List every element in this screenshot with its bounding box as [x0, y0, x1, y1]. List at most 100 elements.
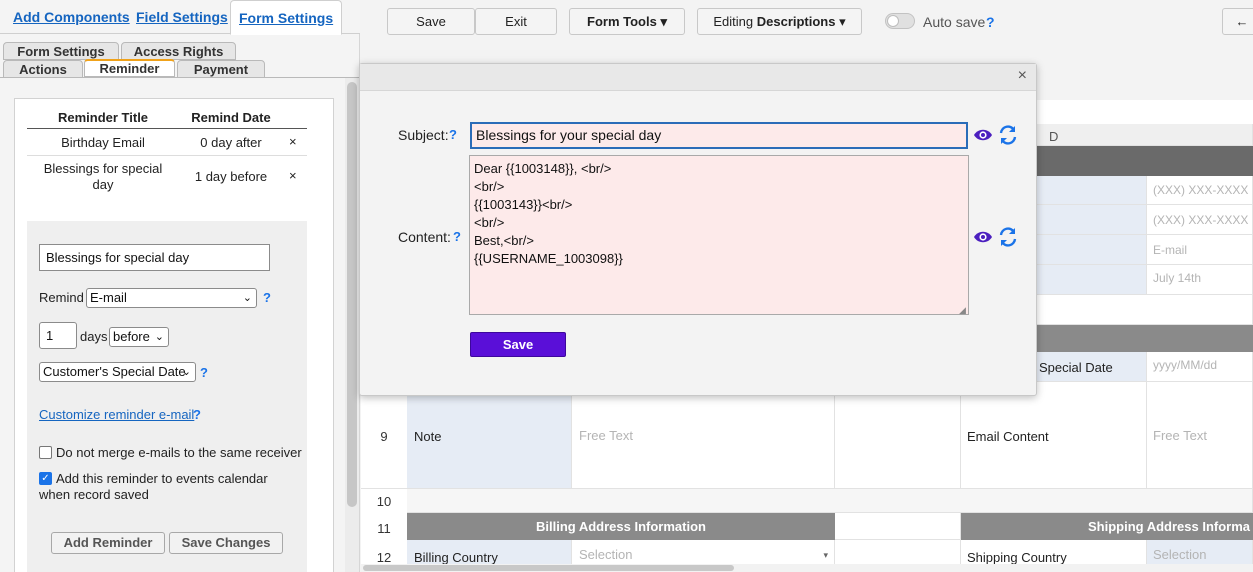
selection-placeholder: Selection [1153, 547, 1207, 562]
dialog-titlebar: × [360, 64, 1036, 91]
row-number: 10 [376, 494, 392, 509]
customize-email-link[interactable]: Customize reminder e-mail [39, 407, 194, 422]
refresh-icon[interactable] [997, 226, 1019, 248]
subtab-divider [0, 77, 360, 78]
save-changes-button[interactable]: Save Changes [169, 532, 283, 554]
subtab-form-settings[interactable]: Form Settings [3, 42, 119, 60]
billing-section-header[interactable]: Billing Address Information [407, 513, 835, 540]
delete-reminder-icon[interactable]: × [289, 168, 297, 183]
remind-type-select[interactable]: E-mail ⌄ [86, 288, 257, 308]
billing-country-label: Billing Country [414, 550, 498, 565]
reminder-title: Birthday Email [61, 135, 145, 150]
subtab-access-rights[interactable]: Access Rights [121, 42, 236, 60]
col-reminder-title: Reminder Title [57, 110, 149, 125]
chevron-down-icon: ⌄ [242, 292, 252, 304]
preview-eye-icon[interactable] [972, 124, 994, 146]
reminder-date: 1 day before [194, 169, 268, 184]
row-number: 12 [376, 550, 392, 565]
direction-value: before [113, 329, 150, 344]
reminder-title-input[interactable]: Blessings for special day [39, 244, 270, 271]
date-field-value: Customer's Special Date [43, 364, 186, 379]
auto-save-toggle[interactable] [885, 13, 915, 29]
free-text-placeholder: Free Text [579, 428, 633, 443]
days-input[interactable]: 1 [39, 322, 77, 349]
settings-panel: Add Components Field Settings Form Setti… [0, 0, 360, 572]
calendar-label: Add this reminder to events calendar [56, 471, 268, 486]
selection-placeholder: Selection [579, 547, 633, 562]
refresh-icon[interactable] [997, 124, 1019, 146]
date-field-select[interactable]: Customer's Special Date ⌄ [39, 362, 196, 382]
field-input-cell[interactable]: July 14th [1147, 265, 1253, 295]
exit-button[interactable]: Exit [475, 8, 557, 35]
field-input-cell[interactable]: (XXX) XXX-XXXX [1147, 176, 1253, 205]
field-label-cell[interactable]: Email Content [961, 382, 1147, 489]
column-d-header: D [1049, 129, 1059, 144]
field-input-cell[interactable]: yyyy/MM/dd [1147, 352, 1253, 382]
row-number: 11 [377, 521, 391, 536]
shipping-country-label: Shipping Country [967, 550, 1067, 565]
calendar-checkbox[interactable]: ✓ [39, 472, 52, 485]
no-merge-checkbox[interactable] [39, 446, 52, 459]
row-number: 9 [380, 429, 388, 444]
direction-select[interactable]: before ⌄ [109, 327, 169, 347]
subtab-reminder[interactable]: Reminder [84, 59, 175, 77]
days-label: days [80, 329, 108, 344]
help-icon[interactable]: ? [193, 407, 201, 422]
shipping-section-header[interactable]: Shipping Address Informa [961, 513, 1253, 540]
field-input-cell[interactable]: (XXX) XXX-XXXX [1147, 205, 1253, 235]
toolbar: Save Exit Form Tools ▾ Editing Descripti… [361, 0, 1253, 40]
caret-down-icon: ▾ [660, 14, 667, 29]
save-button[interactable]: Save [387, 8, 475, 35]
tab-form-settings[interactable]: Form Settings [230, 0, 343, 35]
caret-down-icon: ▾ [823, 550, 828, 560]
field-input-cell[interactable]: E-mail [1147, 235, 1253, 265]
help-icon[interactable]: ? [263, 290, 271, 305]
subject-input[interactable]: Blessings for your special day [470, 122, 968, 149]
no-merge-label: Do not merge e-mails to the same receive… [56, 445, 302, 460]
col-remind-date: Remind Date [191, 110, 271, 125]
editing-mode-value: Descriptions [756, 14, 836, 29]
subtab-actions[interactable]: Actions [3, 60, 83, 78]
field-input-cell[interactable]: Free Text [572, 382, 835, 489]
editing-prefix: Editing [713, 14, 754, 29]
reminder-table: Reminder Title Remind Date Birthday Emai… [27, 107, 307, 200]
remind-label: Remind [39, 290, 84, 305]
field-label-cell[interactable]: Note [407, 382, 572, 489]
free-text-placeholder: Free Text [1153, 428, 1207, 443]
subject-label: Subject: [398, 127, 449, 143]
preview-eye-icon[interactable] [972, 226, 994, 248]
empty-cell [835, 382, 961, 489]
remind-type-value: E-mail [90, 290, 127, 305]
close-icon[interactable]: × [1018, 67, 1027, 85]
panel-scrollbar-thumb[interactable] [347, 82, 357, 507]
reminder-editor [27, 221, 307, 572]
form-tools-label: Form Tools [587, 14, 657, 29]
top-tab-bar: Add Components Field Settings Form Setti… [0, 0, 360, 35]
date-placeholder: July 14th [1153, 271, 1202, 285]
phone-placeholder: (XXX) XXX-XXXX [1153, 213, 1249, 227]
add-reminder-button[interactable]: Add Reminder [51, 532, 165, 554]
email-content-label: Email Content [967, 429, 1049, 444]
tab-add-components[interactable]: Add Components [5, 0, 138, 34]
form-tools-button[interactable]: Form Tools ▾ [569, 8, 685, 35]
content-textarea[interactable]: Dear {{1003148}}, <br/> <br/> {{1003143}… [469, 155, 969, 315]
dialog-save-button[interactable]: Save [470, 332, 566, 357]
help-icon[interactable]: ? [200, 365, 208, 380]
help-icon[interactable]: ? [986, 14, 995, 30]
tab-field-settings[interactable]: Field Settings [128, 0, 236, 34]
reminder-table-header: Reminder Title Remind Date [27, 107, 307, 129]
resize-handle-icon[interactable]: ◢ [959, 305, 966, 316]
field-input-cell[interactable]: Free Text [1147, 382, 1253, 489]
back-button[interactable]: ← [1222, 8, 1253, 35]
table-row[interactable]: Birthday Email 0 day after × [27, 129, 307, 156]
email-placeholder: E-mail [1153, 243, 1188, 257]
reminder-title: Blessings for special [43, 161, 163, 176]
editing-mode-button[interactable]: Editing Descriptions ▾ [697, 8, 862, 35]
delete-reminder-icon[interactable]: × [289, 134, 297, 149]
subtab-payment[interactable]: Payment [177, 60, 265, 78]
table-row[interactable]: Blessings for special day 1 day before × [27, 156, 307, 200]
help-icon[interactable]: ? [449, 127, 457, 142]
horizontal-scrollbar-thumb[interactable] [363, 565, 734, 571]
chevron-down-icon: ⌄ [181, 366, 191, 378]
help-icon[interactable]: ? [453, 229, 461, 244]
